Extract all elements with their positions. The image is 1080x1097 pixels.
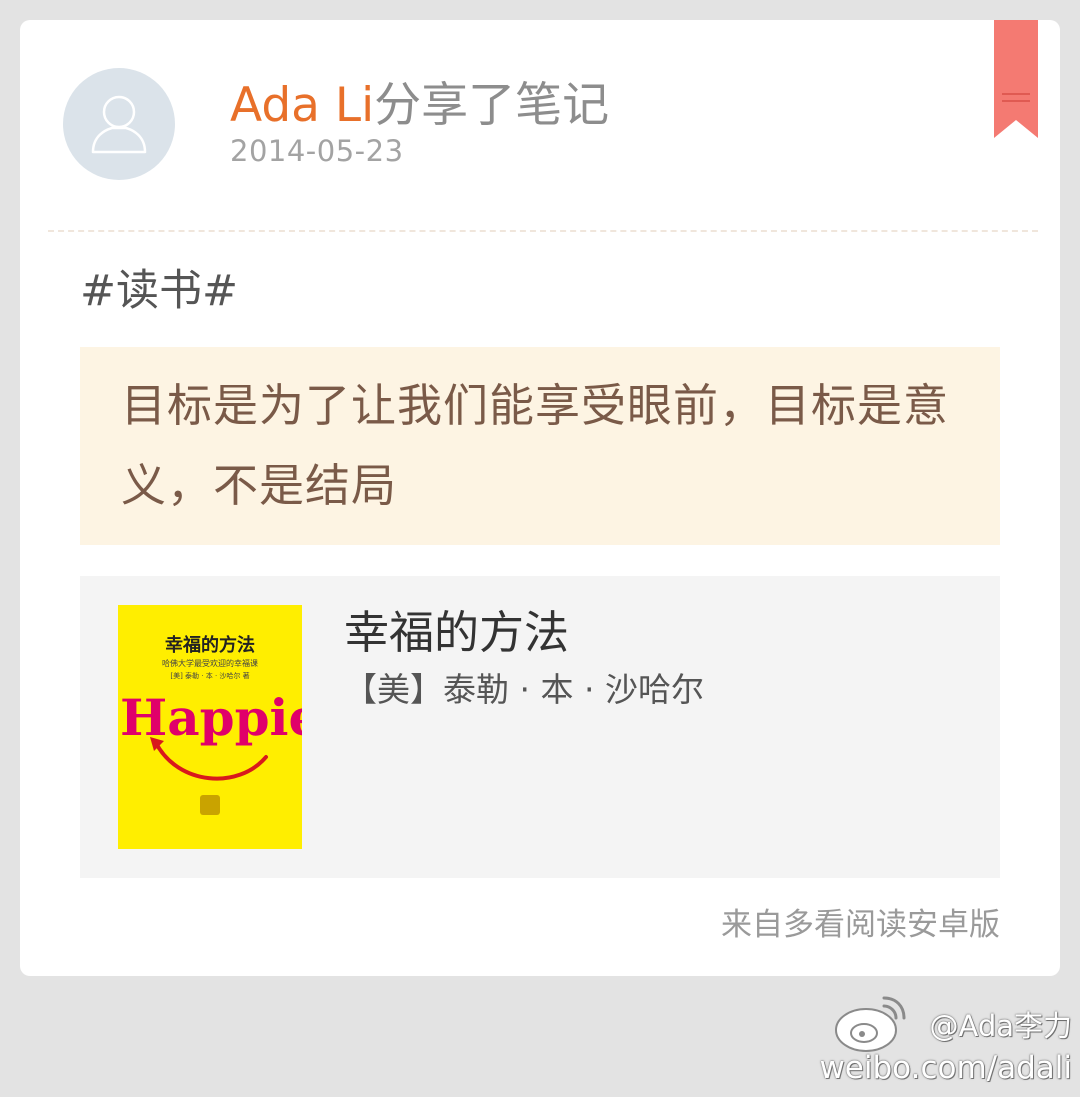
post-action-text: 分享了笔记: [374, 78, 610, 133]
publisher-logo-icon: [200, 795, 220, 815]
weibo-watermark: @Ada李力 weibo.com/adali: [819, 990, 1072, 1090]
book-title[interactable]: 幸福的方法: [344, 604, 569, 662]
cover-artwork: Happier: [120, 688, 302, 781]
topic-tag[interactable]: #读书#: [80, 264, 238, 318]
watermark-url: weibo.com/adali: [819, 1050, 1072, 1086]
cover-art-word: Happier: [120, 688, 302, 747]
source-label[interactable]: 来自多看阅读安卓版: [721, 904, 1000, 946]
bookmark-button[interactable]: [994, 20, 1038, 138]
book-author: 【美】泰勒 · 本 · 沙哈尔: [344, 670, 704, 709]
cover-author: [美] 泰勒 · 本 · 沙哈尔 著: [170, 672, 250, 680]
avatar[interactable]: [63, 68, 175, 180]
cover-subtitle: 哈佛大学最受欢迎的幸福课: [162, 659, 258, 668]
note-card: Ada Li分享了笔记 2014-05-23 #读书# 目标是为了让我们能享受眼…: [20, 20, 1060, 976]
quote-block: 目标是为了让我们能享受眼前，目标是意义，不是结局: [80, 347, 1000, 545]
watermark-handle: @Ada李力: [929, 1009, 1072, 1043]
header-divider: [48, 230, 1038, 232]
weibo-logo-icon: [835, 996, 906, 1052]
post-date: 2014-05-23: [230, 134, 404, 168]
quote-text: 目标是为了让我们能享受眼前，目标是意义，不是结局: [121, 379, 950, 512]
default-avatar-icon: [91, 95, 147, 154]
user-name-link[interactable]: Ada Li: [230, 78, 374, 133]
bookmark-ribbon-icon: [994, 20, 1038, 138]
cover-title: 幸福的方法: [165, 635, 255, 656]
book-card[interactable]: 幸福的方法 哈佛大学最受欢迎的幸福课 [美] 泰勒 · 本 · 沙哈尔 著 Ha…: [80, 576, 1000, 878]
post-header: Ada Li分享了笔记: [230, 78, 609, 134]
book-cover[interactable]: 幸福的方法 哈佛大学最受欢迎的幸福课 [美] 泰勒 · 本 · 沙哈尔 著 Ha…: [118, 605, 302, 849]
